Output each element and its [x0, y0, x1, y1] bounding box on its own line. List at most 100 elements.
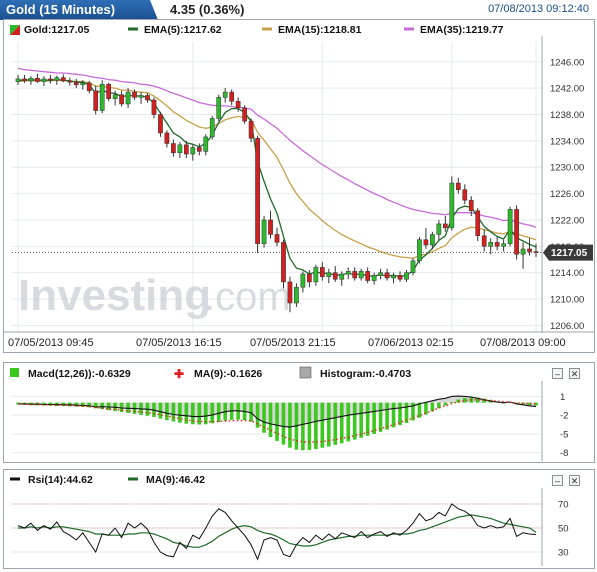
candle-body	[430, 234, 435, 246]
time-x-tick-label: 07/05/2013 09:45	[8, 337, 94, 349]
candle-body	[60, 77, 66, 82]
candle-body	[41, 78, 47, 82]
candle-body	[190, 147, 196, 155]
candle-body	[73, 81, 79, 86]
candle-body	[106, 83, 112, 99]
candle-body	[391, 275, 396, 279]
ema5-legend-label: EMA(5):1217.62	[144, 24, 222, 36]
candle-body	[520, 248, 526, 255]
candle-body	[242, 107, 247, 122]
candle-body	[443, 223, 448, 229]
candle-body	[67, 80, 73, 83]
time-x-tick-label: 07/05/2013 21:15	[250, 337, 336, 349]
candle-body	[125, 91, 131, 105]
macd-histogram-bar	[165, 402, 169, 421]
candle-body	[332, 272, 338, 280]
candle-body	[294, 286, 299, 304]
macd-histogram-bar	[281, 402, 286, 445]
candle-body	[138, 95, 144, 98]
macd-histogram-bar	[216, 402, 221, 423]
price-y-tick-label: 1206.00	[550, 321, 584, 332]
candle-body	[132, 91, 137, 98]
candle-body	[384, 272, 390, 279]
candle-body	[462, 189, 468, 201]
macd-legend-marker	[10, 368, 19, 377]
rsi-chart: 70 50 30 Rsi(14):44.62 MA(9):46.42	[10, 474, 569, 566]
candle-body	[358, 271, 364, 279]
candle-body	[15, 78, 21, 82]
macd-histogram-bar	[333, 402, 338, 445]
candle-body	[449, 182, 455, 229]
macd-histogram-bar	[184, 402, 189, 424]
ema35-legend-label: EMA(35):1219.77	[420, 24, 504, 36]
investing-watermark-domain: .com	[204, 275, 291, 319]
macd-histogram-bar	[158, 402, 163, 419]
candle-body	[268, 219, 273, 235]
rsi-line	[17, 503, 537, 561]
histogram-legend-marker	[299, 366, 312, 379]
candle-body	[261, 219, 267, 244]
macd-histogram-bar	[275, 402, 279, 441]
time-x-tick-label: 07/05/2013 16:15	[136, 337, 222, 349]
rsi-panel: 70 50 30 Rsi(14):44.62 MA(9):46.42 – ✕	[3, 469, 595, 569]
candle-body	[417, 239, 422, 262]
price-y-tick-label: 1230.00	[550, 163, 584, 174]
rsi-y-tick-label: 30	[558, 548, 569, 559]
investing-watermark: Investing	[18, 271, 211, 320]
candle-body	[216, 97, 222, 119]
candle-body	[326, 272, 332, 277]
instrument-tab[interactable]: Gold (15 Minutes)	[0, 0, 158, 20]
macd-ma-legend-label: MA(9):-0.1626	[194, 368, 262, 380]
candle-body	[255, 137, 260, 244]
price-y-tick-label: 1242.00	[550, 84, 584, 95]
ma9-cross-icon: ✚	[174, 367, 184, 381]
candle-body	[345, 271, 351, 275]
rsi-close-button[interactable]: ✕	[569, 475, 580, 486]
candle-body	[145, 95, 150, 101]
price-y-tick-label: 1222.00	[550, 215, 584, 226]
macd-histogram-bar	[178, 402, 182, 423]
candle-body	[501, 243, 506, 247]
candle-body	[319, 267, 325, 277]
candle-body	[222, 91, 228, 98]
candle-body	[365, 271, 370, 281]
candle-body	[54, 77, 60, 81]
macd-legend-label: Macd(12,26)):-0.6329	[28, 368, 131, 380]
instrument-title: Gold (15 Minutes)	[6, 2, 116, 17]
macd-histogram-bar	[307, 402, 312, 450]
rsi-minimize-button[interactable]: –	[552, 475, 563, 486]
macd-histogram-bar	[359, 402, 363, 438]
candle-body	[93, 90, 99, 111]
candle-body	[209, 118, 215, 138]
ema15-legend-label: EMA(15):1218.81	[278, 24, 362, 36]
macd-histogram-bar	[262, 402, 266, 433]
price-y-tick-label: 1234.00	[550, 136, 584, 147]
macd-histogram-bar	[398, 402, 402, 426]
candle-body	[300, 273, 306, 288]
macd-histogram-bar	[378, 402, 383, 432]
candle-body	[494, 242, 500, 247]
candle-body	[235, 101, 241, 109]
last-update-timestamp: 07/08/2013 09:12:40	[488, 3, 589, 15]
candle-body	[378, 272, 383, 276]
candle-body	[514, 209, 519, 255]
macd-histogram-bar	[339, 402, 344, 444]
rsi-legend-label: Rsi(14):44.62	[28, 474, 93, 486]
macd-histogram-bar	[352, 402, 357, 440]
candle-body	[48, 78, 53, 81]
macd-close-button[interactable]: ✕	[569, 368, 580, 379]
rsi-ma-line	[18, 514, 537, 548]
candle-body	[371, 275, 377, 281]
candle-body	[248, 120, 254, 139]
candle-body	[203, 136, 209, 152]
macd-y-tick-label: -8	[560, 448, 568, 459]
time-x-tick-label: 07/06/2013 02:15	[368, 337, 454, 349]
candle-body	[171, 143, 176, 153]
macd-minimize-button[interactable]: –	[552, 368, 563, 379]
macd-histogram-bar	[372, 402, 376, 434]
last-price-tag-label: 1217.05	[551, 248, 588, 259]
candle-body	[86, 82, 92, 92]
candle-body	[475, 210, 481, 237]
candle-body	[281, 242, 286, 283]
gold-legend-label: Gold:1217.05	[24, 24, 90, 36]
